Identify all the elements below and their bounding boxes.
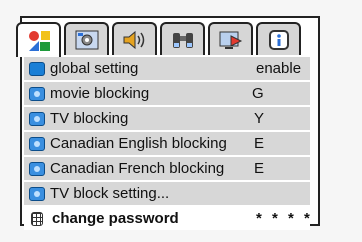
menu-item-value: G [252, 85, 264, 102]
tab-display[interactable] [208, 22, 253, 55]
menu-item-label: Canadian English blocking [50, 135, 227, 152]
menu-item-label: Canadian French blocking [50, 160, 225, 177]
menu-item-tv-blocking[interactable]: TV blocking Y [24, 107, 310, 130]
menu-item-value: Y [254, 110, 265, 127]
menu-item-label: change password [52, 210, 179, 227]
tab-info[interactable] [256, 22, 301, 55]
menu-item-change-password[interactable]: change password * * * * [24, 207, 310, 230]
tab-search[interactable] [160, 22, 205, 55]
menu-item-global-setting[interactable]: global setting enable [24, 57, 310, 80]
menu-item-label: TV blocking [50, 110, 129, 127]
submenu-icon [29, 86, 45, 101]
menu-item-value: E [254, 160, 265, 177]
keypad-icon [31, 211, 43, 226]
menu-item-canadian-english-blocking[interactable]: Canadian English blocking E [24, 132, 310, 155]
menu-item-tv-block-setting[interactable]: TV block setting... [24, 182, 310, 205]
submenu-icon [29, 161, 45, 176]
tab-bar [16, 22, 306, 57]
square-icon [29, 61, 45, 76]
menu-item-label: global setting [50, 60, 139, 77]
submenu-icon [29, 136, 45, 151]
shapes-icon [28, 30, 50, 51]
settings-icon [75, 30, 98, 49]
submenu-icon [29, 186, 45, 201]
menu-item-value: enable [256, 60, 302, 77]
password-mask: * * * * [256, 210, 313, 227]
tab-settings[interactable] [64, 22, 109, 55]
submenu-icon [29, 111, 45, 126]
parental-menu-list: global setting enable movie blocking G T… [24, 57, 310, 232]
tab-picture[interactable] [16, 22, 61, 57]
display-icon [219, 31, 242, 49]
info-icon [268, 29, 289, 50]
binoculars-icon [172, 32, 193, 48]
menu-item-label: TV block setting... [50, 185, 170, 202]
speaker-icon [123, 30, 144, 49]
tab-sound[interactable] [112, 22, 157, 55]
menu-item-movie-blocking[interactable]: movie blocking G [24, 82, 310, 105]
menu-item-canadian-french-blocking[interactable]: Canadian French blocking E [24, 157, 310, 180]
menu-item-label: movie blocking [50, 85, 150, 102]
menu-item-value: E [254, 135, 265, 152]
